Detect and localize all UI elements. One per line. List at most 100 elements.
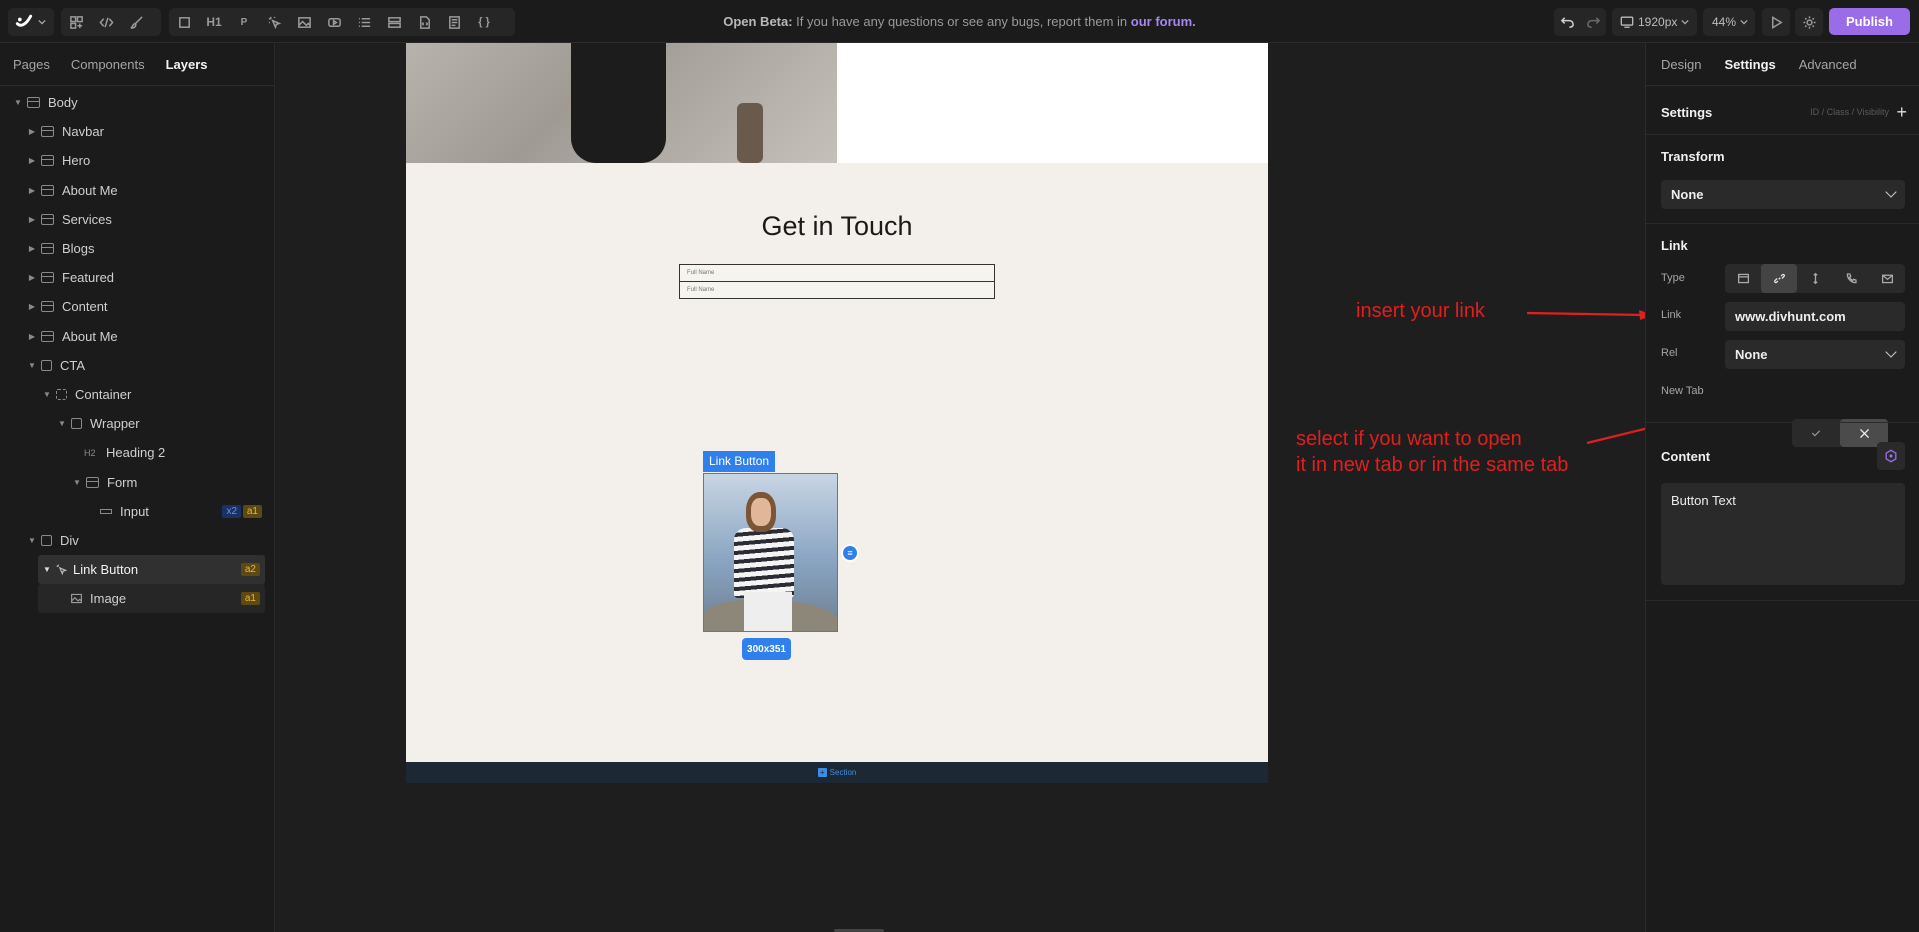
caret-down-icon[interactable]: ▼ [13, 98, 23, 107]
caret-right-icon[interactable]: ▶ [27, 127, 37, 136]
layer-featured[interactable]: ▶ Featured [0, 263, 274, 292]
link-url-input[interactable]: www.divhunt.com [1725, 302, 1905, 331]
caret-right-icon[interactable]: ▶ [27, 244, 37, 253]
link-type-email[interactable] [1869, 264, 1905, 293]
section-element-button[interactable] [379, 8, 409, 36]
caret-right-icon[interactable]: ▶ [27, 302, 37, 311]
redo-button[interactable] [1580, 8, 1606, 36]
layer-label: Wrapper [90, 416, 140, 432]
cta-heading[interactable]: Get in Touch [406, 211, 1268, 242]
selected-link-image[interactable] [703, 473, 838, 632]
link-type-anchor[interactable] [1797, 264, 1833, 293]
custom-code-button[interactable]: { } [469, 8, 499, 36]
tab-design[interactable]: Design [1661, 57, 1701, 72]
new-tab-yes-button[interactable] [1792, 419, 1840, 447]
list-element-button[interactable] [349, 8, 379, 36]
mail-icon [1881, 274, 1893, 284]
layer-wrapper[interactable]: ▼ Wrapper [0, 409, 274, 438]
input-icon [100, 508, 112, 514]
tab-advanced[interactable]: Advanced [1799, 57, 1857, 72]
caret-right-icon[interactable]: ▶ [27, 186, 37, 195]
layer-about-me[interactable]: ▶ About Me [0, 176, 274, 205]
logo-menu[interactable] [8, 8, 54, 36]
caret-right-icon[interactable]: ▶ [27, 332, 37, 341]
style-button[interactable] [121, 8, 151, 36]
zoom-select[interactable]: 44% [1703, 8, 1755, 36]
layer-hero[interactable]: ▶ Hero [0, 146, 274, 175]
caret-down-icon[interactable]: ▼ [27, 361, 37, 370]
layer-about-me-2[interactable]: ▶ About Me [0, 322, 274, 351]
layer-div[interactable]: ▼ Div [0, 526, 274, 555]
layer-container[interactable]: ▼ Container [0, 380, 274, 409]
new-tab-label: New Tab [1661, 385, 1704, 397]
link-element-button[interactable] [259, 8, 289, 36]
preview-button[interactable] [1762, 8, 1790, 36]
layer-navbar[interactable]: ▶ Navbar [0, 117, 274, 146]
design-canvas[interactable]: Get in Touch Full Name Full Name Link Bu… [276, 43, 1645, 932]
caret-down-icon[interactable]: ▼ [27, 536, 37, 545]
video-element-button[interactable] [319, 8, 349, 36]
publish-button[interactable]: Publish [1829, 8, 1910, 35]
caret-down-icon[interactable]: ▼ [72, 478, 82, 487]
divhunt-logo-icon [15, 14, 33, 27]
link-type-phone[interactable] [1833, 264, 1869, 293]
id-class-visibility-link[interactable]: ID / Class / Visibility [1810, 107, 1889, 117]
caret-down-icon[interactable]: ▼ [57, 419, 67, 428]
layer-body[interactable]: ▼ Body [0, 88, 274, 117]
heading-element-button[interactable]: H1 [199, 8, 229, 36]
caret-right-icon[interactable]: ▶ [27, 215, 37, 224]
tab-layers[interactable]: Layers [166, 57, 208, 72]
page-preview[interactable]: Get in Touch Full Name Full Name Link Bu… [406, 43, 1268, 783]
tab-pages[interactable]: Pages [13, 57, 50, 72]
layer-label: Services [62, 211, 112, 227]
div-icon [41, 534, 52, 546]
code-button[interactable] [91, 8, 121, 36]
caret-down-icon[interactable]: ▼ [42, 565, 52, 574]
caret-down-icon[interactable]: ▼ [42, 390, 52, 399]
add-setting-plus-icon[interactable]: + [1896, 103, 1907, 121]
site-settings-button[interactable] [1795, 8, 1823, 36]
layer-cta[interactable]: ▼ CTA [0, 351, 274, 380]
layer-input[interactable]: Input x2 a1 [0, 497, 274, 526]
anchor-scroll-icon [1812, 272, 1818, 285]
paragraph-element-button[interactable]: P [229, 8, 259, 36]
layer-label: Body [48, 95, 78, 111]
tab-components[interactable]: Components [71, 57, 145, 72]
transform-select[interactable]: None [1661, 180, 1905, 209]
div-element-button[interactable] [169, 8, 199, 36]
redo-icon [1586, 16, 1600, 28]
layer-form[interactable]: ▼ Form [0, 467, 274, 496]
layer-image[interactable]: Image a1 [38, 584, 265, 614]
form-element-button[interactable] [439, 8, 469, 36]
layer-link-button[interactable]: ▼ Link Button a2 [38, 555, 265, 585]
annotation-insert-link: insert your link [1356, 300, 1485, 322]
add-section-bar[interactable]: + Section [406, 762, 1268, 783]
form-input-1[interactable]: Full Name [679, 264, 995, 282]
link-label: Link [1661, 309, 1682, 321]
layer-services[interactable]: ▶ Services [0, 205, 274, 234]
rel-select[interactable]: None [1725, 340, 1905, 369]
link-type-url[interactable] [1761, 264, 1797, 293]
link-type-page[interactable] [1725, 264, 1761, 293]
hero-photo[interactable] [406, 43, 837, 163]
transform-section: Transform None [1646, 135, 1919, 224]
caret-right-icon[interactable]: ▶ [27, 273, 37, 282]
form-input-2[interactable]: Full Name [679, 281, 995, 299]
add-elements-button[interactable] [61, 8, 91, 36]
forum-link[interactable]: our forum. [1131, 14, 1196, 29]
previous-section[interactable] [406, 43, 1268, 163]
undo-button[interactable] [1554, 8, 1580, 36]
image-element-button[interactable] [289, 8, 319, 36]
viewport-select[interactable]: 1920px [1612, 8, 1697, 36]
link-title: Link [1661, 238, 1688, 253]
element-menu-handle[interactable]: ≡ [841, 544, 859, 562]
layer-heading-2[interactable]: H2 Heading 2 [0, 438, 274, 467]
layer-blogs[interactable]: ▶ Blogs [0, 234, 274, 263]
content-settings-button[interactable] [1877, 442, 1905, 470]
caret-right-icon[interactable]: ▶ [27, 156, 37, 165]
embed-element-button[interactable] [409, 8, 439, 36]
image-icon [71, 594, 82, 604]
button-text-input[interactable]: Button Text [1661, 483, 1905, 585]
tab-settings[interactable]: Settings [1724, 57, 1775, 72]
layer-content[interactable]: ▶ Content [0, 292, 274, 321]
